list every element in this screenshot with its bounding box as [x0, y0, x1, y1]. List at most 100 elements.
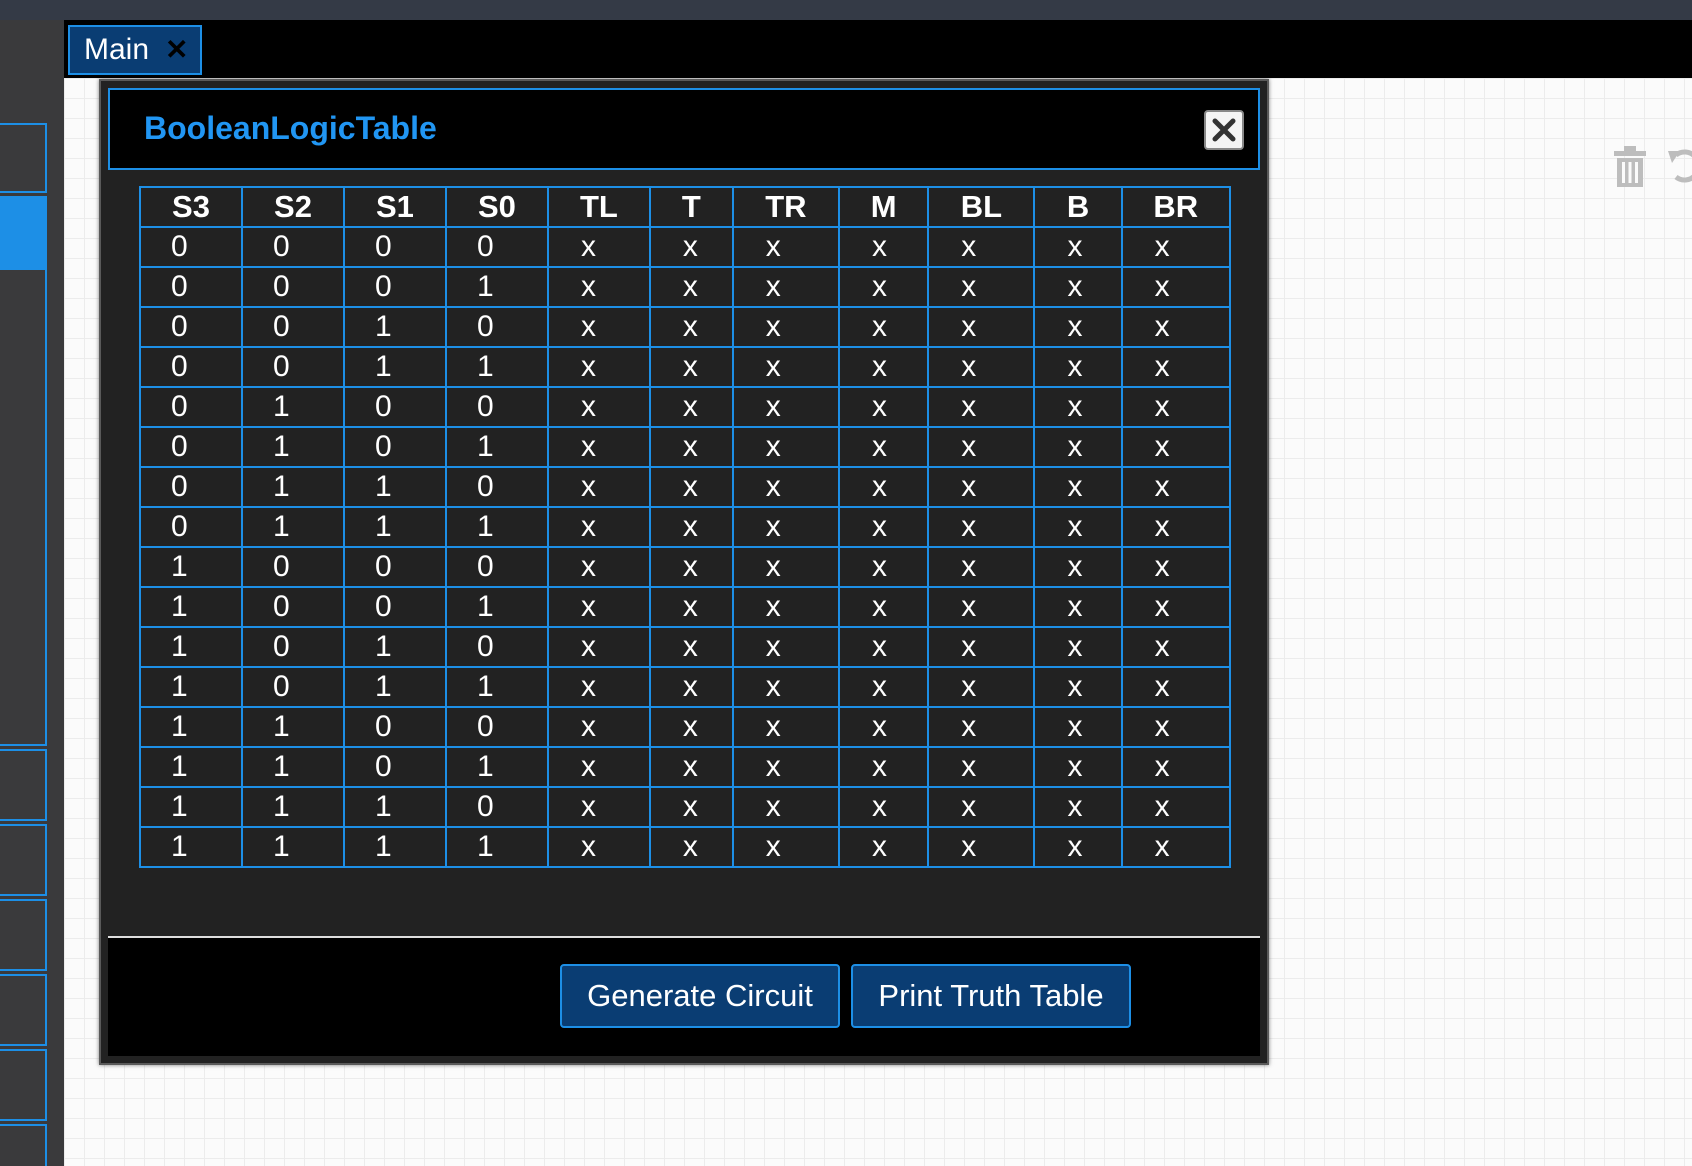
- output-cell[interactable]: x: [1120, 346, 1232, 388]
- output-cell[interactable]: x: [731, 506, 841, 548]
- output-cell[interactable]: x: [546, 666, 651, 708]
- output-cell[interactable]: x: [1120, 626, 1232, 668]
- output-cell[interactable]: x: [838, 386, 930, 428]
- output-cell[interactable]: x: [1120, 706, 1232, 748]
- sidebar-item[interactable]: [0, 974, 47, 1046]
- sidebar-item[interactable]: [0, 749, 47, 821]
- output-cell[interactable]: x: [927, 506, 1036, 548]
- output-cell[interactable]: x: [838, 506, 930, 548]
- output-cell[interactable]: x: [838, 586, 930, 628]
- output-cell[interactable]: x: [927, 666, 1036, 708]
- output-cell[interactable]: x: [927, 826, 1036, 868]
- output-cell[interactable]: x: [1120, 546, 1232, 588]
- output-cell[interactable]: x: [1120, 746, 1232, 788]
- output-cell[interactable]: x: [731, 346, 841, 388]
- output-cell[interactable]: x: [1033, 826, 1123, 868]
- output-cell[interactable]: x: [838, 426, 930, 468]
- output-cell[interactable]: x: [731, 666, 841, 708]
- output-cell[interactable]: x: [648, 386, 734, 428]
- sidebar-item[interactable]: [0, 123, 47, 193]
- output-cell[interactable]: x: [838, 546, 930, 588]
- output-cell[interactable]: x: [1120, 826, 1232, 868]
- output-cell[interactable]: x: [1033, 266, 1123, 308]
- output-cell[interactable]: x: [838, 746, 930, 788]
- output-cell[interactable]: x: [838, 826, 930, 868]
- output-cell[interactable]: x: [648, 306, 734, 348]
- output-cell[interactable]: x: [546, 826, 651, 868]
- output-cell[interactable]: x: [546, 466, 651, 508]
- output-cell[interactable]: x: [838, 266, 930, 308]
- output-cell[interactable]: x: [648, 506, 734, 548]
- output-cell[interactable]: x: [1120, 586, 1232, 628]
- output-cell[interactable]: x: [648, 666, 734, 708]
- output-cell[interactable]: x: [1033, 346, 1123, 388]
- output-cell[interactable]: x: [1033, 546, 1123, 588]
- output-cell[interactable]: x: [546, 386, 651, 428]
- output-cell[interactable]: x: [1120, 786, 1232, 828]
- output-cell[interactable]: x: [927, 346, 1036, 388]
- output-cell[interactable]: x: [838, 466, 930, 508]
- output-cell[interactable]: x: [1120, 426, 1232, 468]
- output-cell[interactable]: x: [648, 426, 734, 468]
- output-cell[interactable]: x: [927, 586, 1036, 628]
- sidebar-item[interactable]: [0, 1124, 47, 1166]
- output-cell[interactable]: x: [546, 746, 651, 788]
- output-cell[interactable]: x: [731, 786, 841, 828]
- tab-main[interactable]: Main ✕: [68, 25, 202, 75]
- output-cell[interactable]: x: [1033, 786, 1123, 828]
- sidebar-item-active[interactable]: [0, 196, 47, 268]
- output-cell[interactable]: x: [1033, 506, 1123, 548]
- output-cell[interactable]: x: [1033, 706, 1123, 748]
- output-cell[interactable]: x: [927, 266, 1036, 308]
- output-cell[interactable]: x: [838, 786, 930, 828]
- output-cell[interactable]: x: [1033, 426, 1123, 468]
- output-cell[interactable]: x: [1120, 386, 1232, 428]
- output-cell[interactable]: x: [648, 466, 734, 508]
- output-cell[interactable]: x: [546, 306, 651, 348]
- output-cell[interactable]: x: [648, 586, 734, 628]
- sidebar-item[interactable]: [0, 1049, 47, 1121]
- output-cell[interactable]: x: [1120, 666, 1232, 708]
- output-cell[interactable]: x: [731, 826, 841, 868]
- output-cell[interactable]: x: [927, 546, 1036, 588]
- output-cell[interactable]: x: [1120, 466, 1232, 508]
- output-cell[interactable]: x: [927, 306, 1036, 348]
- output-cell[interactable]: x: [648, 626, 734, 668]
- output-cell[interactable]: x: [1120, 266, 1232, 308]
- output-cell[interactable]: x: [927, 226, 1036, 268]
- output-cell[interactable]: x: [648, 826, 734, 868]
- output-cell[interactable]: x: [927, 426, 1036, 468]
- output-cell[interactable]: x: [648, 226, 734, 268]
- output-cell[interactable]: x: [927, 386, 1036, 428]
- output-cell[interactable]: x: [1033, 226, 1123, 268]
- output-cell[interactable]: x: [927, 706, 1036, 748]
- sidebar-item[interactable]: [0, 824, 47, 896]
- print-truth-table-button[interactable]: Print Truth Table: [851, 964, 1131, 1028]
- tab-close-icon[interactable]: ✕: [165, 36, 188, 64]
- output-cell[interactable]: x: [838, 666, 930, 708]
- output-cell[interactable]: x: [1033, 746, 1123, 788]
- output-cell[interactable]: x: [838, 346, 930, 388]
- trash-icon[interactable]: [1612, 145, 1648, 189]
- output-cell[interactable]: x: [546, 626, 651, 668]
- output-cell[interactable]: x: [927, 466, 1036, 508]
- output-cell[interactable]: x: [838, 306, 930, 348]
- output-cell[interactable]: x: [731, 386, 841, 428]
- output-cell[interactable]: x: [1033, 586, 1123, 628]
- sidebar-item[interactable]: [0, 899, 47, 971]
- output-cell[interactable]: x: [838, 626, 930, 668]
- output-cell[interactable]: x: [648, 266, 734, 308]
- close-button[interactable]: [1204, 110, 1244, 150]
- output-cell[interactable]: x: [546, 266, 651, 308]
- output-cell[interactable]: x: [1033, 306, 1123, 348]
- output-cell[interactable]: x: [731, 546, 841, 588]
- output-cell[interactable]: x: [1120, 226, 1232, 268]
- output-cell[interactable]: x: [546, 546, 651, 588]
- output-cell[interactable]: x: [648, 706, 734, 748]
- output-cell[interactable]: x: [1120, 306, 1232, 348]
- output-cell[interactable]: x: [546, 426, 651, 468]
- output-cell[interactable]: x: [1033, 466, 1123, 508]
- output-cell[interactable]: x: [648, 746, 734, 788]
- output-cell[interactable]: x: [546, 506, 651, 548]
- output-cell[interactable]: x: [731, 466, 841, 508]
